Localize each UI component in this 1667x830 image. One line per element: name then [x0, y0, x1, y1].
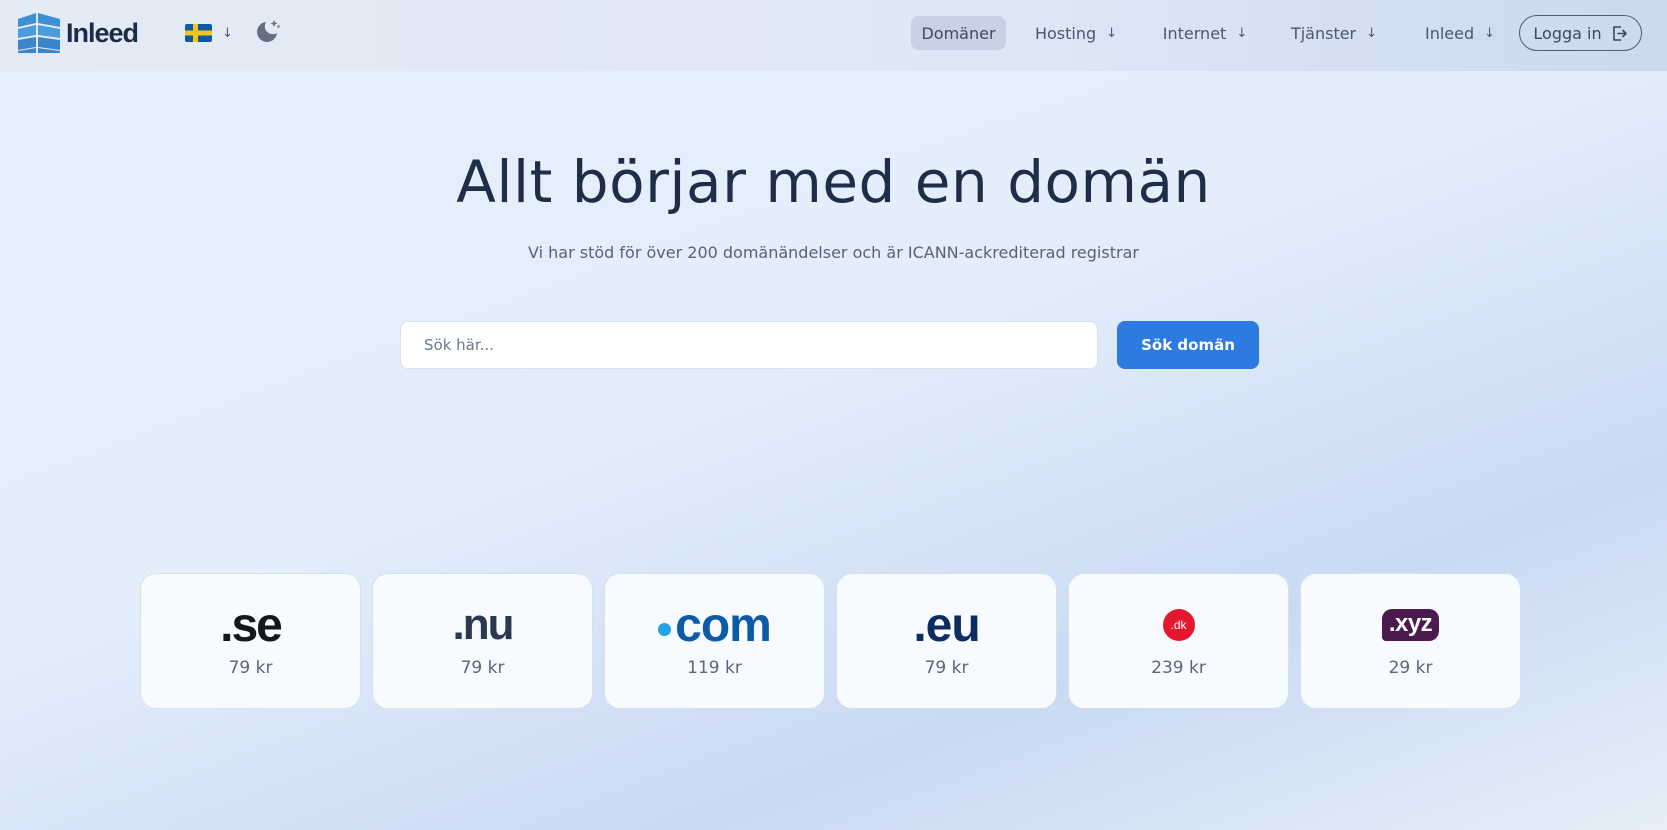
tld-logo-nu: .nu — [373, 600, 592, 649]
tld-name: .nu — [452, 600, 515, 649]
chevron-down-icon: ↓ — [1236, 25, 1248, 41]
chevron-down-icon: ↓ — [1366, 25, 1378, 41]
tld-name: com — [675, 598, 772, 652]
nav-inleed[interactable]: Inleed ↓ — [1413, 16, 1507, 50]
nav-services-label: Tjänster — [1290, 23, 1357, 43]
tld-logo-xyz: .xyz — [1301, 604, 1520, 646]
tld-card-dk[interactable]: .dk 239 kr — [1068, 573, 1289, 709]
tld-price: 79 kr — [228, 658, 273, 678]
tld-logo-dk: .dk — [1069, 604, 1288, 646]
nav-internet[interactable]: Internet ↓ — [1158, 16, 1252, 50]
nav-domains-label: Domäner — [921, 23, 996, 43]
tld-card-nu[interactable]: .nu 79 kr — [372, 573, 593, 709]
tld-price: 79 kr — [924, 658, 969, 678]
tld-card-eu[interactable]: .eu 79 kr — [836, 573, 1057, 709]
tld-price: 79 kr — [460, 658, 505, 678]
nav-domains[interactable]: Domäner — [911, 16, 1006, 50]
inleed-logo[interactable]: Inleed — [16, 13, 139, 53]
login-button[interactable]: Logga in — [1519, 15, 1642, 51]
tld-name: .eu — [913, 598, 980, 652]
tld-price: 119 kr — [687, 658, 742, 678]
domain-search-input[interactable] — [400, 321, 1098, 369]
tld-logo-com: com — [605, 599, 824, 652]
nav-hosting-label: Hosting — [1034, 23, 1097, 43]
inleed-logo-icon — [18, 13, 60, 53]
chevron-down-icon: ↓ — [222, 25, 233, 41]
logo-text: Inleed — [66, 17, 139, 48]
chevron-down-icon: ↓ — [1484, 25, 1496, 41]
tld-name-wrapper: com — [658, 598, 772, 653]
search-domain-button[interactable]: Sök domän — [1117, 321, 1259, 369]
tld-logo-se: .se — [141, 599, 360, 652]
top-navigation-bar: Inleed ↓ Domäner Hosting ↓ Internet ↓ Tj… — [0, 0, 1667, 71]
dot-icon — [658, 622, 672, 636]
moon-icon — [257, 20, 280, 42]
tld-logo-eu: .eu — [837, 599, 1056, 652]
tld-name: .se — [220, 598, 283, 652]
tld-card-com[interactable]: com 119 kr — [604, 573, 825, 709]
tld-card-xyz[interactable]: .xyz 29 kr — [1300, 573, 1521, 709]
logout-icon — [1612, 25, 1627, 41]
tld-price: 239 kr — [1151, 658, 1206, 678]
nav-internet-label: Internet — [1162, 23, 1227, 43]
tld-name: .xyz — [1381, 609, 1440, 641]
language-selector[interactable]: ↓ — [185, 22, 233, 44]
nav-inleed-label: Inleed — [1424, 23, 1475, 43]
tld-name: .dk — [1162, 609, 1195, 641]
nav-hosting[interactable]: Hosting ↓ — [1026, 16, 1126, 50]
nav-services[interactable]: Tjänster ↓ — [1284, 16, 1384, 50]
login-label: Logga in — [1533, 23, 1602, 43]
dark-mode-toggle[interactable] — [255, 18, 281, 44]
hero-title: Allt börjar med en domän — [456, 148, 1211, 216]
tld-price: 29 kr — [1388, 658, 1433, 678]
tld-card-se[interactable]: .se 79 kr — [140, 573, 361, 709]
swedish-flag-icon — [185, 24, 212, 42]
hero-subtitle: Vi har stöd för över 200 domänändelser o… — [528, 243, 1139, 262]
chevron-down-icon: ↓ — [1106, 25, 1118, 41]
